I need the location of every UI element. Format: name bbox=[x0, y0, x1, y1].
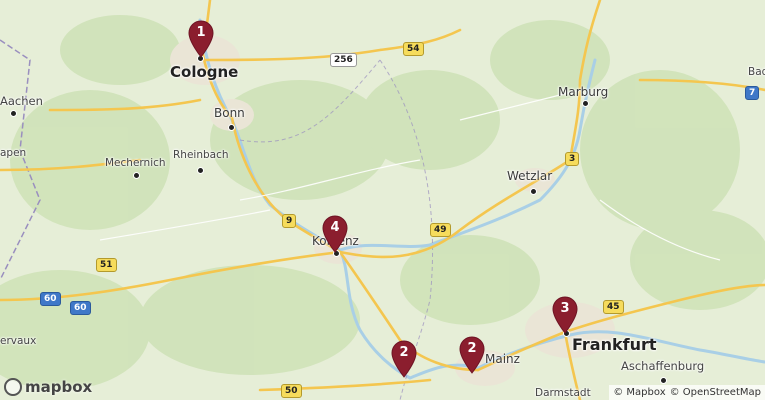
marker-label: 2 bbox=[399, 345, 409, 360]
marker-label: 3 bbox=[560, 301, 570, 316]
map-marker-2-mainz[interactable]: 2 bbox=[458, 336, 486, 374]
wetzlar-dot bbox=[530, 188, 537, 195]
city-marburg: Marburg bbox=[558, 85, 609, 99]
road-shield-60a: 60 bbox=[40, 292, 61, 306]
road-shield-45: 45 bbox=[603, 300, 624, 314]
marker-label: 4 bbox=[330, 220, 340, 235]
road-shield-3: 3 bbox=[565, 152, 580, 166]
map-marker-1[interactable]: 1 bbox=[187, 20, 215, 58]
map-canvas[interactable]: Cologne Bonn Aachen apen Mechernich Rhei… bbox=[0, 0, 765, 400]
mechernich-dot bbox=[133, 172, 140, 179]
attribution-mapbox-link[interactable]: © Mapbox bbox=[613, 387, 665, 398]
map-attribution: © Mapbox © OpenStreetMap bbox=[609, 385, 765, 400]
map-marker-3[interactable]: 3 bbox=[551, 296, 579, 334]
city-ervaux: ervaux bbox=[0, 335, 37, 347]
road-shield-54: 54 bbox=[403, 42, 424, 56]
map-marker-4[interactable]: 4 bbox=[321, 215, 349, 253]
city-rheinbach: Rheinbach bbox=[173, 149, 229, 161]
road-shield-50: 50 bbox=[281, 384, 302, 398]
city-mainz: Mainz bbox=[485, 352, 520, 366]
aachen-dot bbox=[10, 110, 17, 117]
bonn-dot bbox=[228, 124, 235, 131]
city-bonn: Bonn bbox=[214, 106, 245, 120]
mapbox-logo-text: mapbox bbox=[25, 378, 93, 396]
road-shield-60b: 60 bbox=[70, 301, 91, 315]
city-darmstadt: Darmstadt bbox=[535, 387, 591, 399]
city-bad: Bad bbox=[748, 66, 765, 78]
aschaffenburg-dot bbox=[660, 377, 667, 384]
map-marker-2-bingen[interactable]: 2 bbox=[390, 340, 418, 378]
road-shield-9: 9 bbox=[282, 214, 297, 228]
city-frankfurt: Frankfurt bbox=[572, 335, 657, 354]
road-shield-49: 49 bbox=[430, 223, 451, 237]
mapbox-logo[interactable]: mapbox bbox=[4, 378, 92, 396]
marburg-dot bbox=[582, 100, 589, 107]
city-mechernich: Mechernich bbox=[105, 157, 166, 169]
city-wetzlar: Wetzlar bbox=[507, 169, 553, 183]
road-shield-7: 7 bbox=[745, 86, 760, 100]
rheinbach-dot bbox=[197, 167, 204, 174]
marker-label: 1 bbox=[196, 25, 206, 40]
marker-label: 2 bbox=[467, 341, 477, 356]
city-cologne: Cologne bbox=[170, 63, 239, 81]
road-shield-256: 256 bbox=[330, 53, 357, 67]
mapbox-logo-icon bbox=[4, 378, 22, 396]
city-aschaffenburg: Aschaffenburg bbox=[621, 359, 705, 373]
city-aachen: Aachen bbox=[0, 94, 43, 108]
road-shield-51: 51 bbox=[96, 258, 117, 272]
attribution-osm-link[interactable]: © OpenStreetMap bbox=[670, 387, 761, 398]
city-apen: apen bbox=[0, 147, 27, 159]
